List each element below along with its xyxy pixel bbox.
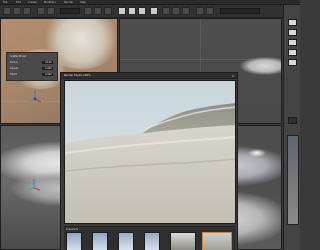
snapshot-strip: Snapshots — [64, 226, 236, 250]
graph-icon[interactable] — [172, 7, 180, 15]
move-icon[interactable] — [94, 7, 102, 15]
material-icon[interactable] — [182, 7, 190, 15]
popup-row-label: Radius — [10, 61, 18, 64]
render-window: Render Studio 100% × Snapshots — [60, 72, 238, 250]
snap-icon[interactable] — [128, 7, 136, 15]
scatter-cloud — [240, 57, 281, 75]
select-icon[interactable] — [84, 7, 92, 15]
undo-icon[interactable] — [37, 7, 45, 15]
selection-filter[interactable] — [60, 8, 80, 14]
utility-tab-icon[interactable] — [288, 117, 297, 124]
redo-icon[interactable] — [47, 7, 55, 15]
menu-file[interactable]: File — [3, 1, 7, 5]
axis-gizmo-icon[interactable] — [27, 178, 41, 194]
snapshot-thumb[interactable] — [144, 232, 160, 250]
create-tab-icon[interactable] — [288, 19, 297, 26]
rotate-icon[interactable] — [104, 7, 112, 15]
snapshot-strip-label: Snapshots — [66, 228, 78, 231]
axis-gizmo-icon[interactable] — [28, 89, 42, 105]
align-icon[interactable] — [150, 7, 158, 15]
snapshot-thumb[interactable] — [92, 232, 108, 250]
new-icon[interactable] — [3, 7, 11, 15]
object-marker — [248, 149, 266, 157]
snapshot-thumb-selected[interactable] — [202, 232, 232, 250]
render-icon[interactable] — [206, 7, 214, 15]
falloff-field[interactable]: 0.500 — [42, 73, 53, 77]
menu-create[interactable]: Create — [28, 1, 37, 5]
layer-icon[interactable] — [162, 7, 170, 15]
display-tab-icon[interactable] — [288, 59, 297, 66]
render-image — [64, 80, 236, 224]
popup-row-label: Falloff — [10, 73, 17, 76]
toolbar — [0, 5, 300, 18]
save-icon[interactable] — [23, 7, 31, 15]
scatter-brush-popup: Scatter Brush Radius 10.00 Density 1.000… — [6, 52, 58, 81]
menu-render[interactable]: Render — [64, 1, 73, 5]
motion-tab-icon[interactable] — [288, 49, 297, 56]
render-setup-icon[interactable] — [196, 7, 204, 15]
search-input[interactable] — [220, 8, 260, 14]
menu-modifiers[interactable]: Modifiers — [44, 1, 56, 5]
scale-icon[interactable] — [118, 7, 126, 15]
modify-tab-icon[interactable] — [288, 29, 297, 36]
snapshot-thumb[interactable] — [118, 232, 134, 250]
close-icon[interactable]: × — [231, 74, 235, 78]
popup-title: Scatter Brush — [10, 55, 27, 58]
open-icon[interactable] — [13, 7, 21, 15]
snapshot-thumb[interactable] — [170, 232, 196, 250]
render-window-titlebar[interactable]: Render Studio 100% × — [61, 73, 237, 79]
radius-field[interactable]: 10.00 — [42, 61, 53, 65]
hierarchy-tab-icon[interactable] — [288, 39, 297, 46]
snapshot-thumb[interactable] — [66, 232, 82, 250]
command-panel — [283, 5, 300, 250]
menu-edit[interactable]: Edit — [16, 1, 21, 5]
popup-row-label: Density — [10, 67, 19, 70]
density-field[interactable]: 1.000 — [42, 67, 53, 71]
mirror-icon[interactable] — [138, 7, 146, 15]
material-preview — [287, 135, 299, 225]
render-window-title: Render Studio 100% — [64, 74, 91, 78]
menu-help[interactable]: Help — [80, 1, 86, 5]
